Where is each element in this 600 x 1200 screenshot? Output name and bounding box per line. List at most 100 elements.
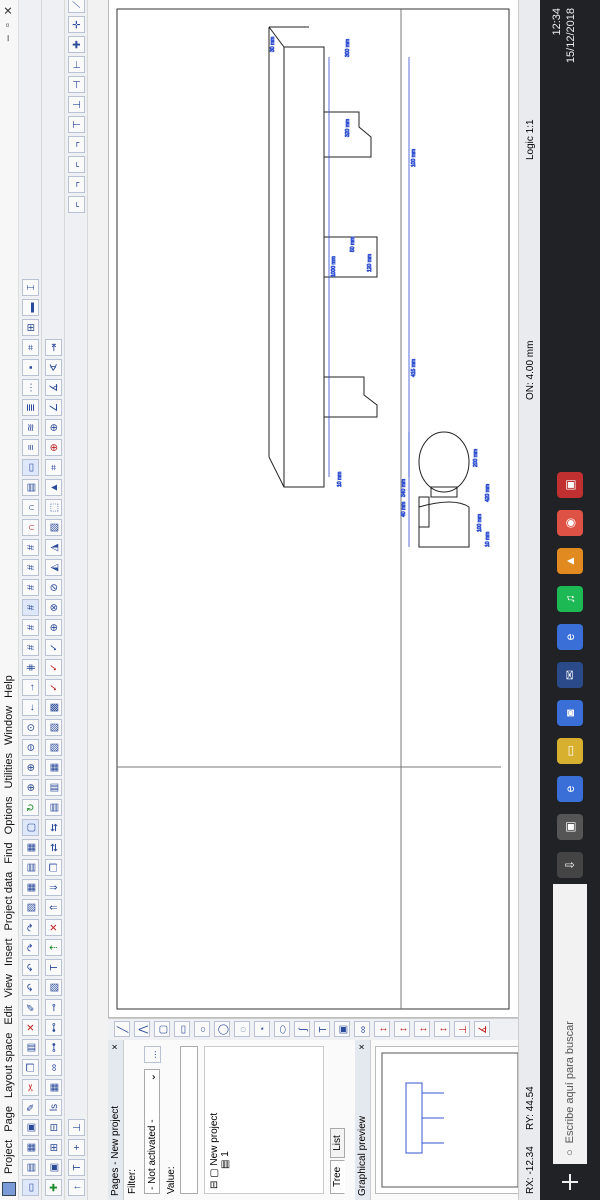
join-b-icon[interactable]: ⊥ (67, 96, 85, 113)
arrow-end-icon[interactable]: ⇥ (44, 339, 62, 356)
drawing-canvas[interactable]: 1000 mm 415 mm 100 mm 10 mm 120 mm 50 mm… (108, 0, 520, 1018)
list-icon[interactable]: ≡ (21, 439, 39, 456)
filter-more-button[interactable]: ... (143, 1046, 161, 1063)
tab-list[interactable]: List (330, 1128, 345, 1158)
grid-d-icon[interactable]: # (21, 539, 39, 556)
node-icon[interactable]: ▪ (21, 359, 39, 376)
report-c-icon[interactable]: ▦ (44, 759, 62, 776)
connect-icon[interactable]: ⌗ (21, 339, 39, 356)
layout-icon[interactable]: ▤ (21, 859, 39, 876)
wire-icon[interactable]: ⊸ (44, 999, 62, 1016)
menu-edit[interactable]: Edit (3, 1002, 15, 1029)
angle-c-icon[interactable]: ∢ (44, 359, 62, 376)
circle-icon[interactable]: ○ (194, 1021, 210, 1038)
filter-icon[interactable]: ≣ (21, 399, 39, 416)
join-c-icon[interactable]: ⊣ (67, 76, 85, 93)
dim-d-icon[interactable]: ↕ (434, 1021, 450, 1038)
insert-text-icon[interactable]: T (44, 959, 62, 976)
snap-point-icon[interactable]: # (21, 619, 39, 636)
check-b-icon[interactable]: ✓ (44, 659, 62, 676)
net-icon[interactable]: ⊶ (44, 1039, 62, 1056)
triangle-icon[interactable]: ▲ (44, 479, 62, 496)
angle-icon[interactable]: ∠ (44, 399, 62, 416)
insert-x-icon[interactable]: ✕ (44, 919, 62, 936)
chrome-icon[interactable]: ◉ (557, 510, 583, 536)
open-icon[interactable]: ▤ (21, 1159, 39, 1176)
magnet-b-icon[interactable]: ∩ (21, 499, 39, 516)
dim-f-icon[interactable]: ∡ (474, 1021, 490, 1038)
insert-arrow-icon[interactable]: ⇡ (44, 939, 62, 956)
page-up-icon[interactable]: ⇑ (44, 899, 62, 916)
dim-b-icon[interactable]: ↕ (394, 1021, 410, 1038)
copy-icon[interactable]: ❐ (21, 1059, 39, 1076)
zoom-window-icon[interactable]: ⊕ (21, 779, 39, 796)
close-icon[interactable]: ✕ (2, 6, 15, 15)
dots-icon[interactable]: ⋯ (21, 379, 39, 396)
rectangle-icon[interactable]: ▢ (154, 1021, 170, 1038)
mic-icon[interactable]: ⇩ (557, 852, 583, 878)
menu-window[interactable]: Window (3, 702, 15, 749)
menu-utilities[interactable]: Utilities (3, 749, 15, 792)
tree-item-page[interactable]: ▤ 1 (220, 1051, 231, 1189)
delete-icon[interactable]: ✕ (21, 1019, 39, 1036)
symbol-icon[interactable]: ✚ (44, 1179, 62, 1196)
eplan-icon[interactable]: ▣ (557, 472, 583, 498)
angle-b-icon[interactable]: ∡ (44, 379, 62, 396)
device-icon[interactable]: ⊟ (44, 1119, 62, 1136)
taskbar-search[interactable]: ○ Escribe aquí para buscar (553, 884, 587, 1164)
new-icon[interactable]: ▭ (21, 1179, 39, 1196)
app-e-icon[interactable]: e (557, 624, 583, 650)
corner-d-icon[interactable]: ¬ (67, 136, 85, 153)
report-d-icon[interactable]: ▧ (44, 739, 62, 756)
cut-icon[interactable]: ✂ (21, 1079, 39, 1096)
check-icon[interactable]: ✓ (44, 679, 62, 696)
function-icon[interactable]: ⊞ (44, 1139, 62, 1156)
corner-a-icon[interactable]: ⌐ (67, 196, 85, 213)
layers-icon[interactable]: ▤ (21, 479, 39, 496)
grid-c-icon[interactable]: # (21, 559, 39, 576)
potential-icon[interactable]: ▨ (44, 979, 62, 996)
graph-b-icon[interactable]: ◮ (44, 539, 62, 556)
undo-icon[interactable]: ↶ (21, 979, 39, 996)
edge-icon[interactable]: e (557, 776, 583, 802)
check-c-icon[interactable]: ✓ (44, 639, 62, 656)
save-icon[interactable]: ▦ (21, 1139, 39, 1156)
pin-icon[interactable]: ls (44, 1099, 62, 1116)
value-input[interactable] (180, 1046, 198, 1194)
zoom-out-icon[interactable]: ⊖ (21, 739, 39, 756)
join-a-icon[interactable]: ⊤ (67, 116, 85, 133)
tab-tree[interactable]: Tree (330, 1159, 345, 1194)
refresh-icon[interactable]: ↻ (21, 799, 39, 816)
cross-a-icon[interactable]: ✚ (67, 36, 85, 53)
grid-icon[interactable]: ▦ (21, 879, 39, 896)
join-d-icon[interactable]: ⊢ (67, 56, 85, 73)
undo-list-icon[interactable]: ↶ (21, 959, 39, 976)
mail-icon[interactable]: ✉ (557, 662, 583, 688)
target-icon[interactable]: ⊕ (44, 439, 62, 456)
windows-start-icon[interactable] (562, 1174, 578, 1190)
menu-project[interactable]: Project (3, 1136, 15, 1178)
swap-icon[interactable]: ⇄ (44, 839, 62, 856)
redo-icon[interactable]: ↷ (21, 939, 39, 956)
close-icon[interactable]: × (357, 1044, 368, 1050)
menu-insert[interactable]: Insert (3, 934, 15, 970)
corner-b-icon[interactable]: ¬ (67, 176, 85, 193)
rect-b-icon[interactable]: ▭ (174, 1021, 190, 1038)
spotify-icon[interactable]: ♫ (557, 586, 583, 612)
menu-view[interactable]: View (3, 970, 15, 1002)
zoom-all-icon[interactable]: ⊙ (21, 719, 39, 736)
curve-icon[interactable]: ∫ (294, 1021, 310, 1038)
page-down-icon[interactable]: ⇓ (44, 879, 62, 896)
line-icon[interactable]: ╱ (114, 1021, 130, 1038)
dim-e-icon[interactable]: ⊥ (454, 1021, 470, 1038)
report-f-icon[interactable]: ▩ (44, 699, 62, 716)
back-icon[interactable]: ← (21, 699, 39, 716)
menu-page[interactable]: Page (3, 1102, 15, 1136)
signal-icon[interactable]: ≋ (21, 419, 39, 436)
redo-list-icon[interactable]: ↷ (21, 919, 39, 936)
connect-d-icon[interactable]: ⊘ (44, 579, 62, 596)
snap-grid-icon[interactable]: # (21, 639, 39, 656)
frame-icon[interactable]: ▢ (21, 819, 39, 836)
polyline-icon[interactable]: ⋀ (134, 1021, 150, 1038)
grid-e-icon[interactable]: ⌗ (44, 459, 62, 476)
